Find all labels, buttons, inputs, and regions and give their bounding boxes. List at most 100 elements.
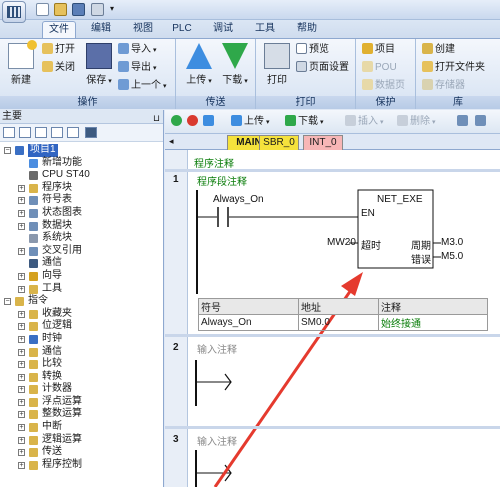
new-button[interactable]: 新建 — [4, 40, 38, 93]
tree-item[interactable]: 新增功能 — [0, 157, 163, 170]
open-folder-button[interactable]: 打开文件夹 — [422, 60, 485, 76]
tree-item[interactable]: + 逻辑运算 — [0, 434, 163, 447]
comment-header: 注释 — [378, 298, 488, 315]
expand-icon[interactable]: + — [18, 247, 25, 255]
collapse-icon[interactable]: − — [4, 298, 11, 306]
tree-item[interactable]: − 指令 — [0, 295, 163, 308]
preview-button[interactable]: 预览 — [296, 42, 329, 58]
tree-item[interactable]: CPU ST40 — [0, 169, 163, 182]
symbol-table-header: 符号 地址 注释 — [198, 298, 488, 315]
network-2-comment[interactable]: 输入注释 — [197, 341, 237, 356]
tab-view[interactable]: 视图 — [128, 21, 158, 38]
open-folder-icon[interactable] — [54, 3, 67, 16]
tree-table-icon[interactable] — [51, 127, 63, 138]
tree-item[interactable]: + 工具 — [0, 283, 163, 296]
expand-icon[interactable]: + — [18, 310, 25, 318]
contact-symbol[interactable]: Always_On — [213, 194, 264, 205]
table-row[interactable]: Always_On SM0.0 始终接通 — [198, 314, 488, 331]
expand-icon[interactable]: + — [18, 449, 25, 457]
collapse-icon[interactable]: − — [4, 147, 11, 154]
expand-icon[interactable]: + — [18, 361, 25, 369]
tree-chart-icon[interactable] — [67, 127, 79, 138]
cycle-operand[interactable]: M3.0 — [441, 237, 463, 248]
expand-icon[interactable]: + — [18, 222, 25, 230]
export-button[interactable]: 导出 ▾ — [118, 60, 156, 76]
tree-item[interactable]: 通信 — [0, 257, 163, 270]
tab-edit[interactable]: 编辑 — [86, 21, 116, 38]
tree-item-label: 符号表 — [42, 194, 72, 206]
tab-file[interactable]: 文件 — [42, 21, 76, 38]
expand-icon[interactable]: + — [18, 411, 25, 419]
instructions-icon — [15, 297, 24, 307]
tree-item[interactable]: + 程序块 — [0, 182, 163, 195]
tree-item[interactable]: + 通信 — [0, 346, 163, 359]
create-library-button[interactable]: 创建 — [422, 42, 455, 58]
expand-icon[interactable]: + — [18, 184, 25, 192]
expand-icon[interactable]: + — [18, 373, 25, 381]
tree-item[interactable]: + 传送 — [0, 446, 163, 459]
timeout-operand[interactable]: MW20 — [327, 237, 356, 248]
tree-item[interactable]: + 中断 — [0, 421, 163, 434]
app-menu-button[interactable] — [2, 1, 26, 23]
expand-icon[interactable]: + — [18, 398, 25, 406]
close-button[interactable]: 关闭 — [42, 60, 75, 76]
tree-item[interactable]: + 整数运算 — [0, 408, 163, 421]
expand-icon[interactable]: + — [18, 424, 25, 432]
tree-item[interactable]: + 状态图表 — [0, 207, 163, 220]
print-button[interactable]: 打印 — [260, 41, 294, 93]
expand-icon[interactable]: + — [18, 323, 25, 331]
tree-item[interactable]: + 浮点运算 — [0, 396, 163, 409]
tree-grid-icon[interactable] — [35, 127, 47, 138]
tree-item[interactable]: + 位逻辑 — [0, 320, 163, 333]
tree-item[interactable]: 系统块 — [0, 232, 163, 245]
tree-item[interactable]: + 计数器 — [0, 383, 163, 396]
tab-debug[interactable]: 调试 — [208, 21, 238, 38]
tree-item[interactable]: + 转换 — [0, 371, 163, 384]
tree-item[interactable]: + 向导 — [0, 270, 163, 283]
pou-protect-button[interactable]: POU — [362, 60, 397, 76]
tree-list-icon[interactable] — [19, 127, 31, 138]
error-operand[interactable]: M5.0 — [441, 251, 463, 262]
tree-item[interactable]: + 程序控制 — [0, 459, 163, 472]
customize-toolbar-icon[interactable]: ▾ — [110, 3, 119, 16]
tree-item[interactable]: + 数据块 — [0, 220, 163, 233]
expand-icon[interactable]: + — [18, 285, 25, 293]
tree-item[interactable]: − 项目1 — [0, 144, 163, 157]
pin-icon[interactable]: ⊔ — [153, 111, 160, 125]
tab-tools[interactable]: 工具 — [250, 21, 280, 38]
import-button[interactable]: 导入 ▾ — [118, 42, 156, 58]
new-file-icon[interactable] — [36, 3, 49, 16]
page-setup-button[interactable]: 页面设置 — [296, 60, 349, 76]
project-protect-button[interactable]: 项目 — [362, 42, 395, 58]
expand-icon[interactable]: + — [18, 197, 25, 205]
tree-item[interactable]: + 时钟 — [0, 333, 163, 346]
print-icon[interactable] — [91, 3, 104, 16]
memory-button[interactable]: 存储器 — [422, 78, 465, 94]
move-icon — [29, 448, 38, 458]
tree-item[interactable]: + 符号表 — [0, 194, 163, 207]
ribbon-tabs: 文件 编辑 视图 PLC 调试 工具 帮助 — [0, 20, 500, 38]
tree-monitor-icon[interactable] — [85, 127, 97, 138]
tree-item[interactable]: + 比较 — [0, 358, 163, 371]
tab-plc[interactable]: PLC — [170, 21, 194, 38]
expand-icon[interactable]: + — [18, 335, 25, 343]
data-page-protect-button[interactable]: 数据页 — [362, 78, 405, 94]
expand-icon[interactable]: + — [18, 272, 25, 280]
tree-view-icon[interactable] — [3, 127, 15, 138]
expand-icon[interactable]: + — [18, 209, 25, 217]
download-button[interactable]: 下载 ▾ — [218, 41, 252, 93]
comment-cell: 始终接通 — [378, 314, 488, 331]
tree-item[interactable]: + 收藏夹 — [0, 308, 163, 321]
expand-icon[interactable]: + — [18, 348, 25, 356]
open-button[interactable]: 打开 — [42, 42, 75, 58]
save-button[interactable]: 保存 ▾ — [82, 41, 116, 93]
expand-icon[interactable]: + — [18, 436, 25, 444]
expand-icon[interactable]: + — [18, 461, 25, 469]
tab-help[interactable]: 帮助 — [292, 21, 322, 38]
tree-item[interactable]: + 交叉引用 — [0, 245, 163, 258]
save-icon[interactable] — [72, 3, 85, 16]
upload-button[interactable]: 上传 ▾ — [182, 41, 216, 93]
expand-icon[interactable]: + — [18, 386, 25, 394]
network-3-comment[interactable]: 输入注释 — [197, 433, 237, 448]
previous-button[interactable]: 上一个 ▾ — [118, 78, 166, 94]
